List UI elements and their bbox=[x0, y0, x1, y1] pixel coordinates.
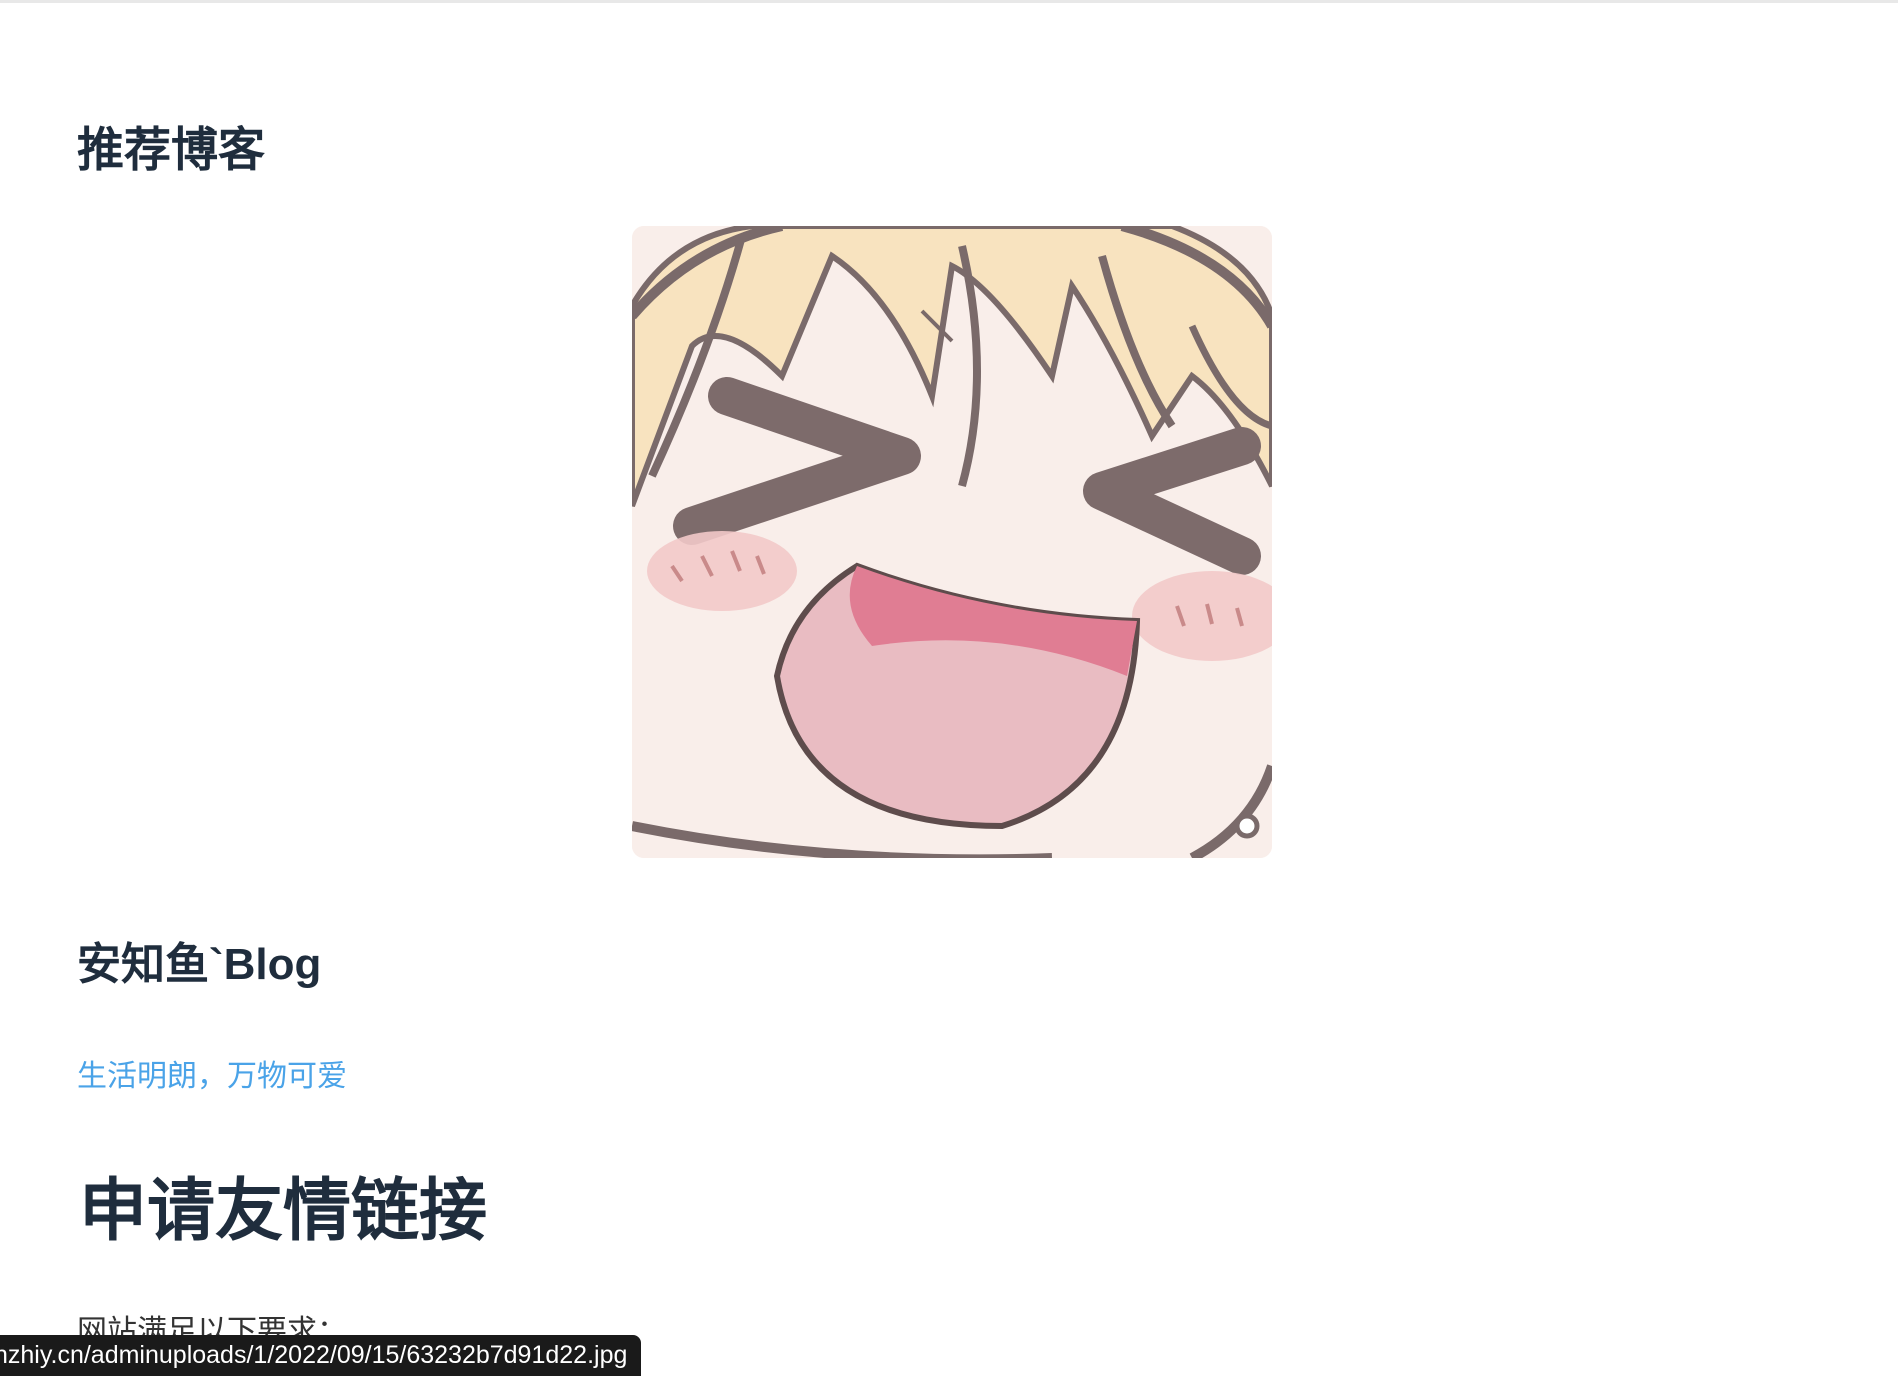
avatar-illustration bbox=[632, 226, 1272, 858]
link-status-bar: nzhiy.cn/adminuploads/1/2022/09/15/63232… bbox=[0, 1335, 642, 1376]
blog-description-link[interactable]: 生活明朗，万物可爱 bbox=[77, 1055, 347, 1099]
status-bar-url: nzhiy.cn/adminuploads/1/2022/09/15/63232… bbox=[0, 1341, 628, 1369]
blog-avatar-image[interactable] bbox=[632, 226, 1272, 858]
recommend-heading: 推荐博客 bbox=[77, 123, 265, 176]
page: 推荐博客 安知鱼`Blog 生活明朗，万物可爱 申请友情链接 网站满足以下要求：… bbox=[0, 0, 1898, 1376]
apply-friend-link-heading: 申请友情链接 bbox=[79, 1173, 488, 1249]
top-border bbox=[0, 0, 1898, 3]
blog-name[interactable]: 安知鱼`Blog bbox=[77, 935, 321, 995]
